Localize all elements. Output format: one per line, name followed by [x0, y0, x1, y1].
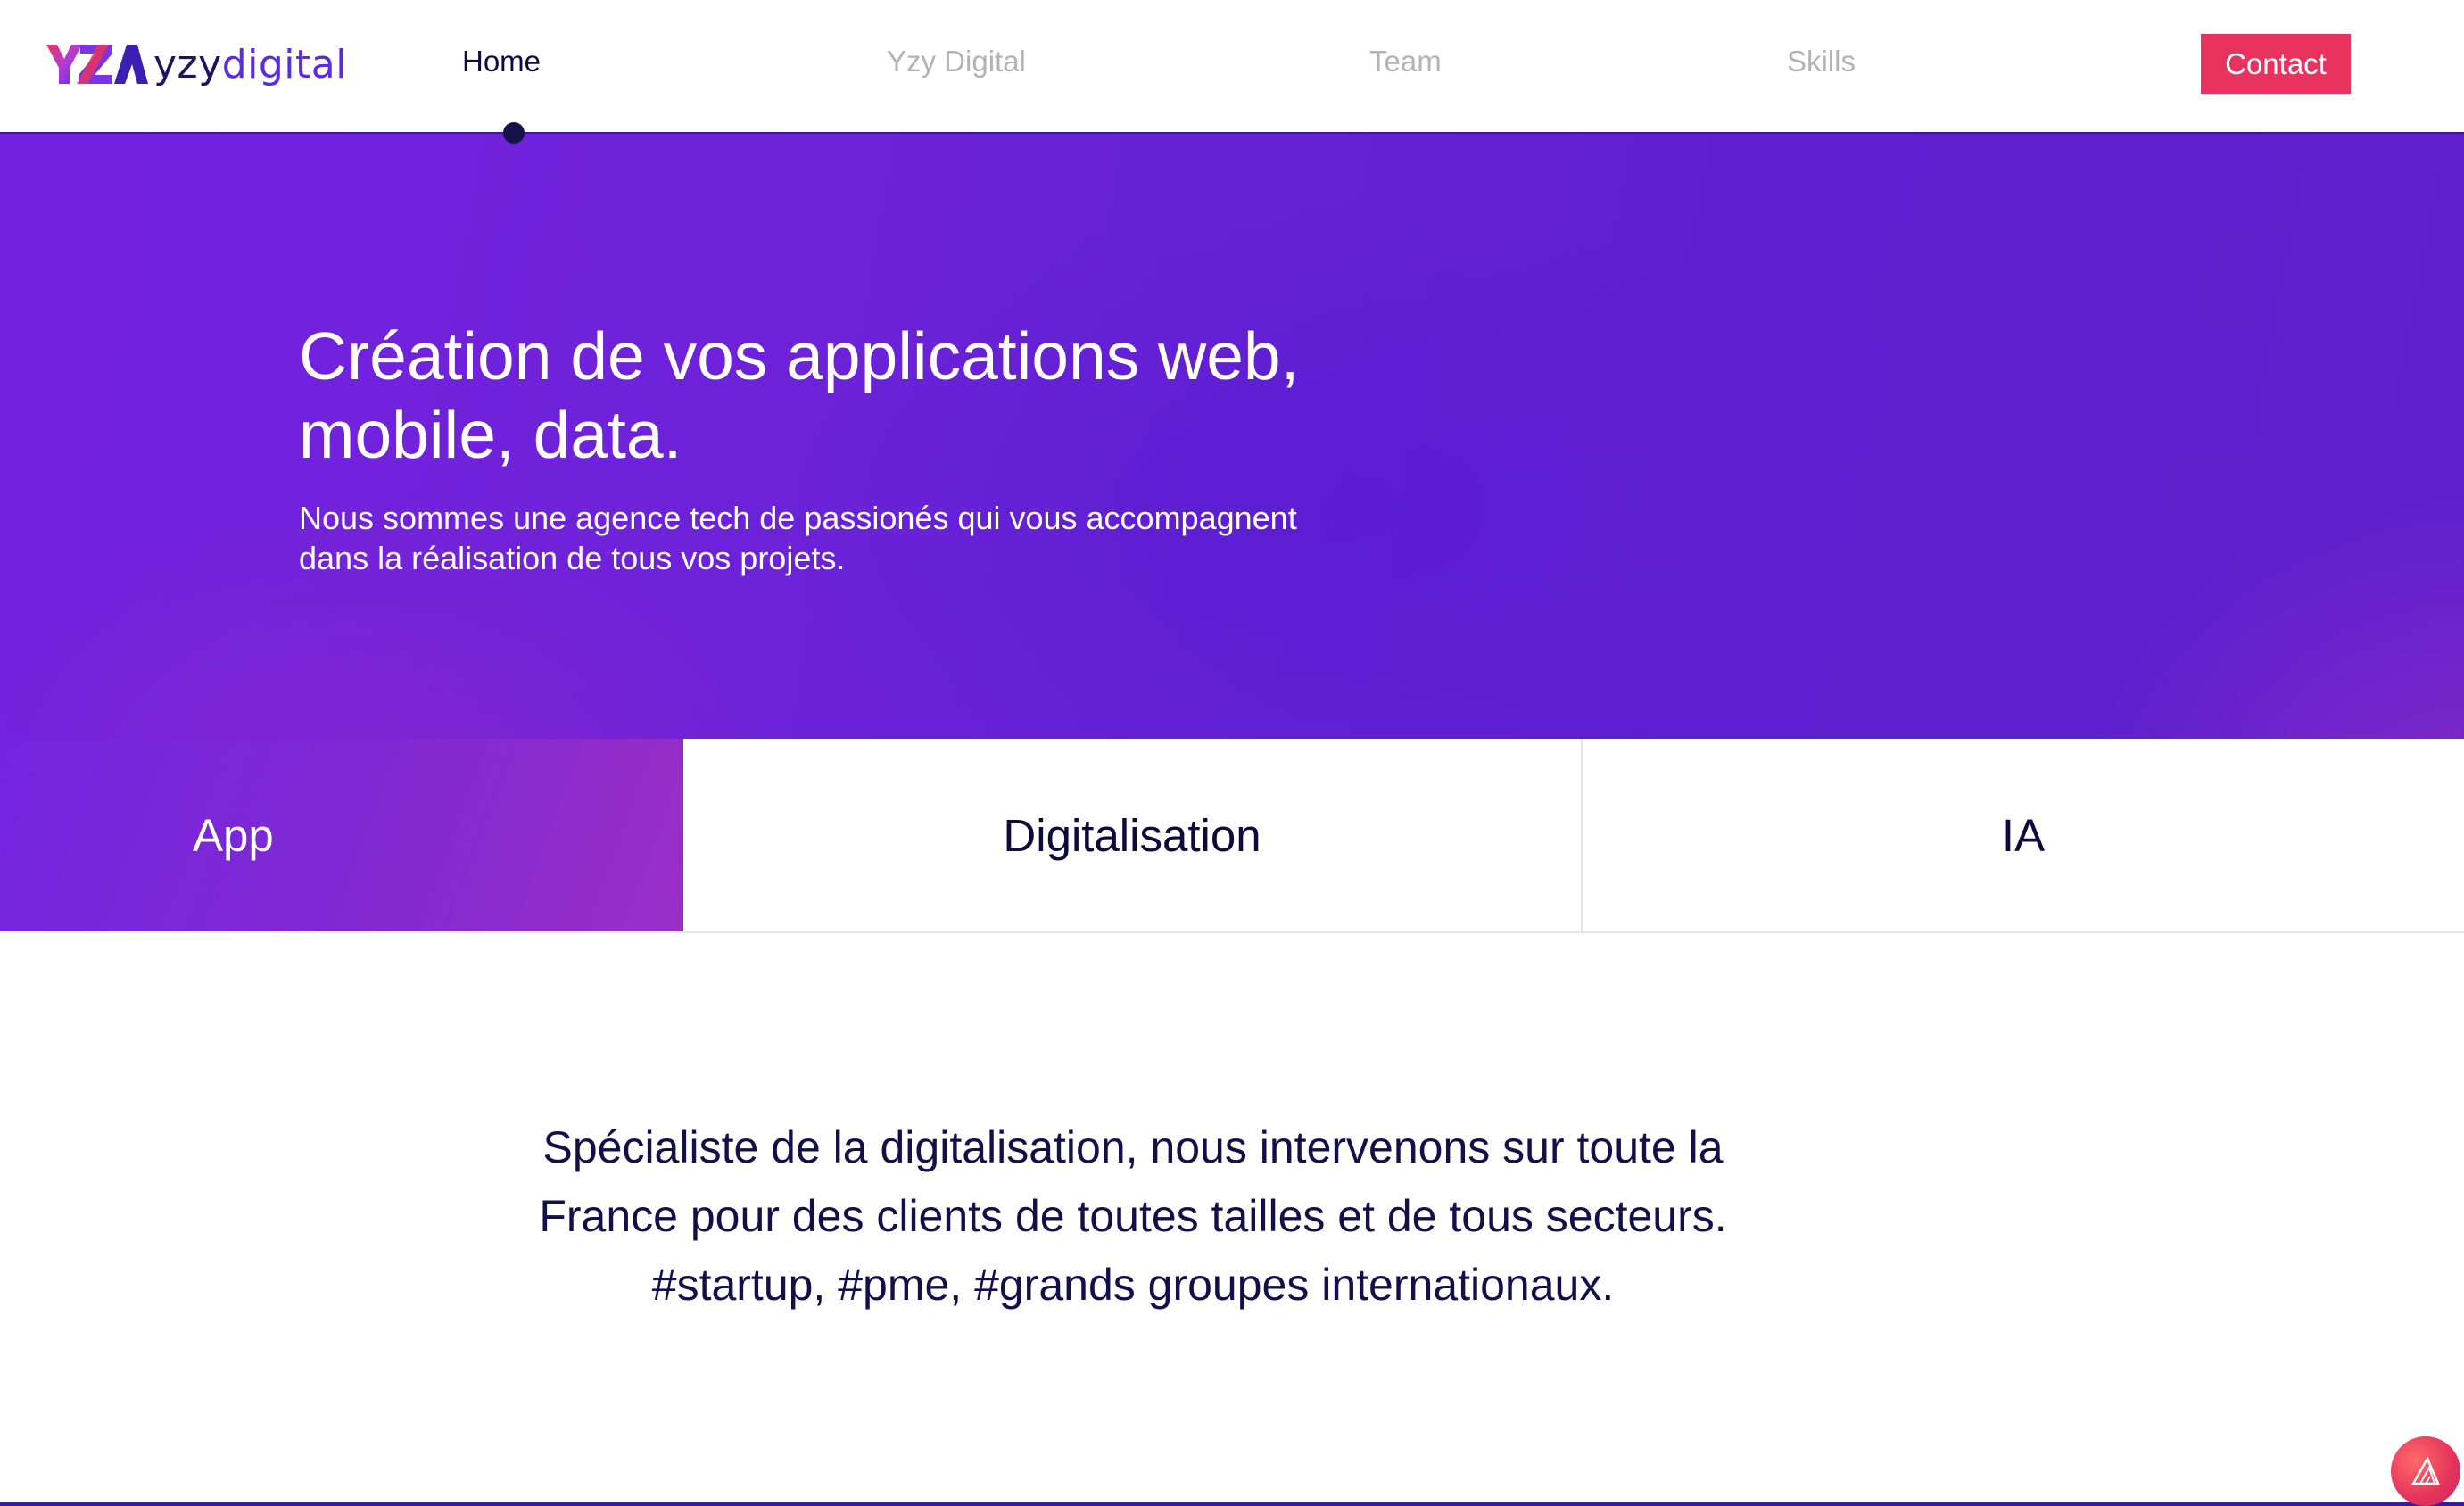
tab-app[interactable]: App [0, 739, 683, 931]
hero-title-line2: mobile, data. [299, 397, 682, 472]
intro-line1: Spécialiste de la digitalisation, nous i… [542, 1122, 1724, 1172]
contact-button[interactable]: Contact [2201, 34, 2351, 94]
service-tabs: App Digitalisation IA [0, 739, 2464, 933]
page: yzydigital Home Yzy Digital Team Skills … [0, 0, 2464, 1506]
hero-subtitle-line1: Nous sommes une agence tech de passionés… [299, 500, 1297, 536]
hero-subtitle-line2: dans la réalisation de tous vos projets. [299, 540, 846, 576]
nav-home[interactable]: Home [462, 45, 541, 79]
yza-logo-icon [46, 45, 148, 84]
nav-skills[interactable]: Skills [1787, 45, 1856, 79]
nav-yzy-digital[interactable]: Yzy Digital [887, 45, 1026, 79]
brand-wordmark: yzydigital [153, 42, 347, 87]
tab-ia[interactable]: IA [1583, 739, 2464, 931]
brand-name-part1: yzy [153, 41, 222, 87]
active-nav-indicator [503, 122, 525, 144]
brand-name-part2: digital [221, 41, 347, 87]
hero-title-line1: Création de vos applications web, [299, 319, 1300, 393]
brand-logo[interactable]: yzydigital [45, 37, 347, 91]
navbar: yzydigital Home Yzy Digital Team Skills … [0, 0, 2464, 132]
intro-text: Spécialiste de la digitalisation, nous i… [428, 1113, 1838, 1320]
floating-action-button[interactable] [2391, 1436, 2460, 1506]
hero-subtitle: Nous sommes une agence tech de passionés… [299, 498, 1414, 578]
hero-title: Création de vos applications web, mobile… [299, 317, 1459, 474]
triangle-logo-icon [2410, 1456, 2440, 1485]
hero-banner: Création de vos applications web, mobile… [0, 132, 2464, 739]
bottom-divider [0, 1502, 2464, 1506]
tab-digitalisation[interactable]: Digitalisation [683, 739, 1583, 931]
intro-line3: #startup, #pme, #grands groupes internat… [651, 1260, 1615, 1310]
intro-line2: France pour des clients de toutes taille… [539, 1191, 1727, 1241]
nav-team[interactable]: Team [1369, 45, 1442, 79]
